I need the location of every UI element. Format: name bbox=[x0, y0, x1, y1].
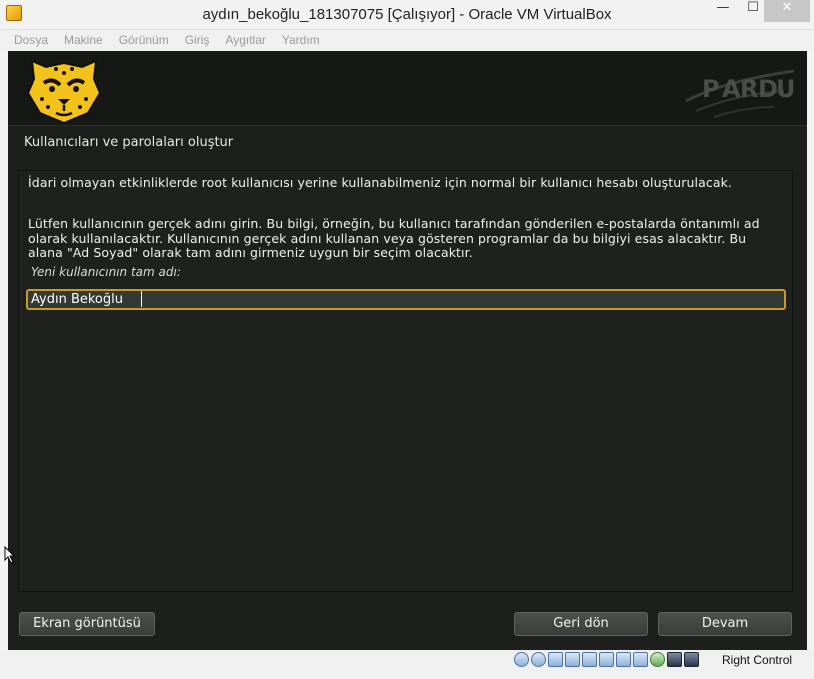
close-button[interactable]: ✕ bbox=[764, 0, 810, 22]
virtualization-icon bbox=[667, 652, 682, 667]
window-titlebar: aydın_bekoğlu_181307075 [Çalışıyor] - Or… bbox=[0, 0, 814, 30]
audio-icon[interactable] bbox=[548, 652, 563, 667]
menu-yardim[interactable]: Yardım bbox=[274, 30, 328, 50]
svg-text:D: D bbox=[758, 75, 778, 103]
video-capture-icon[interactable] bbox=[633, 652, 648, 667]
menu-aygitlar[interactable]: Aygıtlar bbox=[217, 30, 273, 50]
menu-dosya[interactable]: Dosya bbox=[6, 30, 56, 50]
page-title: Kullanıcıları ve parolaları oluştur bbox=[24, 135, 234, 150]
pardus-logo: P A R D U bbox=[685, 69, 796, 118]
back-button[interactable]: Geri dön bbox=[514, 612, 648, 636]
next-button[interactable]: Devam bbox=[658, 612, 792, 636]
mouse-integration-icon[interactable] bbox=[650, 652, 665, 667]
minimize-button[interactable]: — bbox=[708, 0, 738, 22]
status-icons bbox=[514, 652, 699, 667]
menu-gorunum[interactable]: Görünüm bbox=[111, 30, 177, 50]
status-bar: Right Control bbox=[0, 650, 814, 679]
screenshot-button[interactable]: Ekran görüntüsü bbox=[19, 612, 155, 636]
svg-text:P: P bbox=[702, 75, 720, 103]
full-name-label: Yeni kullanıcının tam adı: bbox=[31, 265, 181, 279]
display-icon[interactable] bbox=[616, 652, 631, 667]
usb-icon[interactable] bbox=[582, 652, 597, 667]
cheetah-icon bbox=[26, 59, 102, 125]
installer-header: P A R D U bbox=[8, 51, 807, 126]
menu-makine[interactable]: Makine bbox=[56, 30, 111, 50]
menu-giris[interactable]: Giriş bbox=[177, 30, 218, 50]
guest-screen[interactable]: P A R D U Kullanıcıları ve parolaları ol… bbox=[8, 51, 807, 650]
menu-bar: Dosya Makine Görünüm Giriş Aygıtlar Yard… bbox=[0, 30, 814, 50]
instruction-paragraph: Lütfen kullanıcının gerçek adını girin. … bbox=[28, 216, 760, 260]
shared-folders-icon[interactable] bbox=[599, 652, 614, 667]
svg-text:R: R bbox=[740, 75, 758, 103]
svg-text:U: U bbox=[776, 75, 796, 103]
network-icon[interactable] bbox=[565, 652, 580, 667]
host-key-icon bbox=[684, 652, 699, 667]
svg-text:A: A bbox=[722, 75, 741, 103]
content-panel: İdari olmayan etkinliklerde root kullanı… bbox=[18, 170, 793, 592]
host-key-label: Right Control bbox=[722, 653, 793, 667]
hard-disk-icon[interactable] bbox=[514, 652, 529, 667]
mouse-pointer-icon bbox=[4, 546, 16, 564]
window-title: aydın_bekoğlu_181307075 [Çalışıyor] - Or… bbox=[202, 6, 612, 23]
info-paragraph: İdari olmayan etkinliklerde root kullanı… bbox=[28, 175, 732, 190]
full-name-input[interactable] bbox=[26, 289, 786, 310]
optical-drive-icon[interactable] bbox=[531, 652, 546, 667]
text-caret bbox=[141, 291, 142, 307]
